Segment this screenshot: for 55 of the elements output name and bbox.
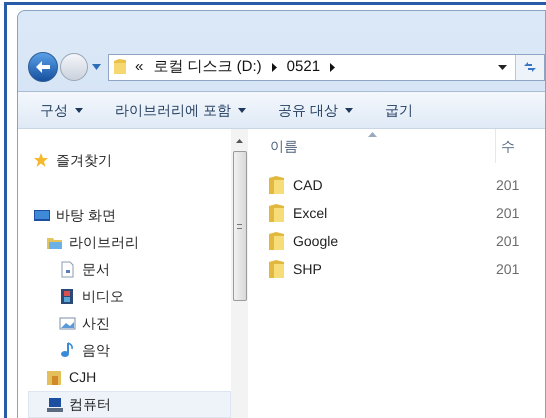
date-cell-text: 201 <box>496 176 520 194</box>
overflow-chevron[interactable]: « <box>135 56 144 78</box>
folder-icon <box>113 59 127 75</box>
folder-icon <box>268 176 285 194</box>
monitor-icon <box>33 207 50 224</box>
chevron-icon[interactable] <box>330 62 336 72</box>
navigation-item[interactable]: 컴퓨터 <box>28 391 231 418</box>
breadcrumb-segment[interactable]: 0521 <box>286 56 320 78</box>
caret-icon <box>75 108 83 112</box>
folder-icon <box>268 204 285 222</box>
breadcrumb-segment[interactable]: 로컬 디스크 (D:) <box>153 56 262 78</box>
navigation-item[interactable]: 사진 <box>28 310 231 337</box>
caret-icon <box>92 64 100 70</box>
navigation-item[interactable]: 라이브러리 <box>28 229 231 256</box>
navigation-item[interactable]: CJH <box>28 364 231 391</box>
refresh-icon <box>522 60 538 74</box>
star-icon <box>33 152 50 169</box>
toolbar-button[interactable]: 라이브러리에 포함 <box>115 100 246 120</box>
navigation-item[interactable]: 바탕 화면 <box>28 202 231 229</box>
folder-icon <box>268 260 285 278</box>
toolbar-button[interactable]: 굽기 <box>384 100 413 120</box>
chevron-icon[interactable] <box>272 62 277 72</box>
date-cell-text: 201 <box>496 232 520 250</box>
column-header[interactable]: 수 <box>495 129 515 163</box>
navigation-item[interactable]: 비디오 <box>28 283 231 310</box>
sort-arrow-icon <box>368 132 377 137</box>
date-cell-text: 201 <box>496 204 520 222</box>
date-cell-text: 201 <box>496 260 520 278</box>
refresh-button[interactable] <box>515 54 544 80</box>
address-bar[interactable]: « 로컬 디스크 (D:) 0521 <box>108 54 545 80</box>
navigation-item[interactable]: 즐겨찾기 <box>28 147 231 174</box>
back-button[interactable] <box>28 52 58 82</box>
file-name[interactable]: Google <box>293 230 493 252</box>
scroll-thumb[interactable] <box>232 151 246 301</box>
toolbar-button[interactable]: 공유 대상 <box>278 100 353 120</box>
film-icon <box>59 288 76 305</box>
file-name[interactable]: CAD <box>293 174 493 196</box>
picture-icon <box>59 315 76 332</box>
toolbar-button[interactable]: 구성 <box>40 100 83 120</box>
navigation-item[interactable]: 음악 <box>28 337 231 364</box>
folder-icon <box>268 232 285 250</box>
caret-icon <box>238 108 246 112</box>
music-note-icon <box>59 342 76 359</box>
file-name[interactable]: SHP <box>293 258 493 280</box>
navigation-item[interactable]: 문서 <box>28 256 231 283</box>
scrollbar[interactable] <box>231 129 248 418</box>
column-header[interactable]: 이름 <box>270 136 495 156</box>
caret-icon[interactable] <box>498 64 507 70</box>
document-icon <box>59 261 76 278</box>
caret-icon <box>344 108 353 112</box>
computer-icon <box>46 396 63 413</box>
file-name[interactable]: Excel <box>293 202 493 224</box>
folder-icon <box>46 369 63 386</box>
scroll-up-icon[interactable] <box>236 139 243 143</box>
back-arrow-icon <box>35 60 51 74</box>
